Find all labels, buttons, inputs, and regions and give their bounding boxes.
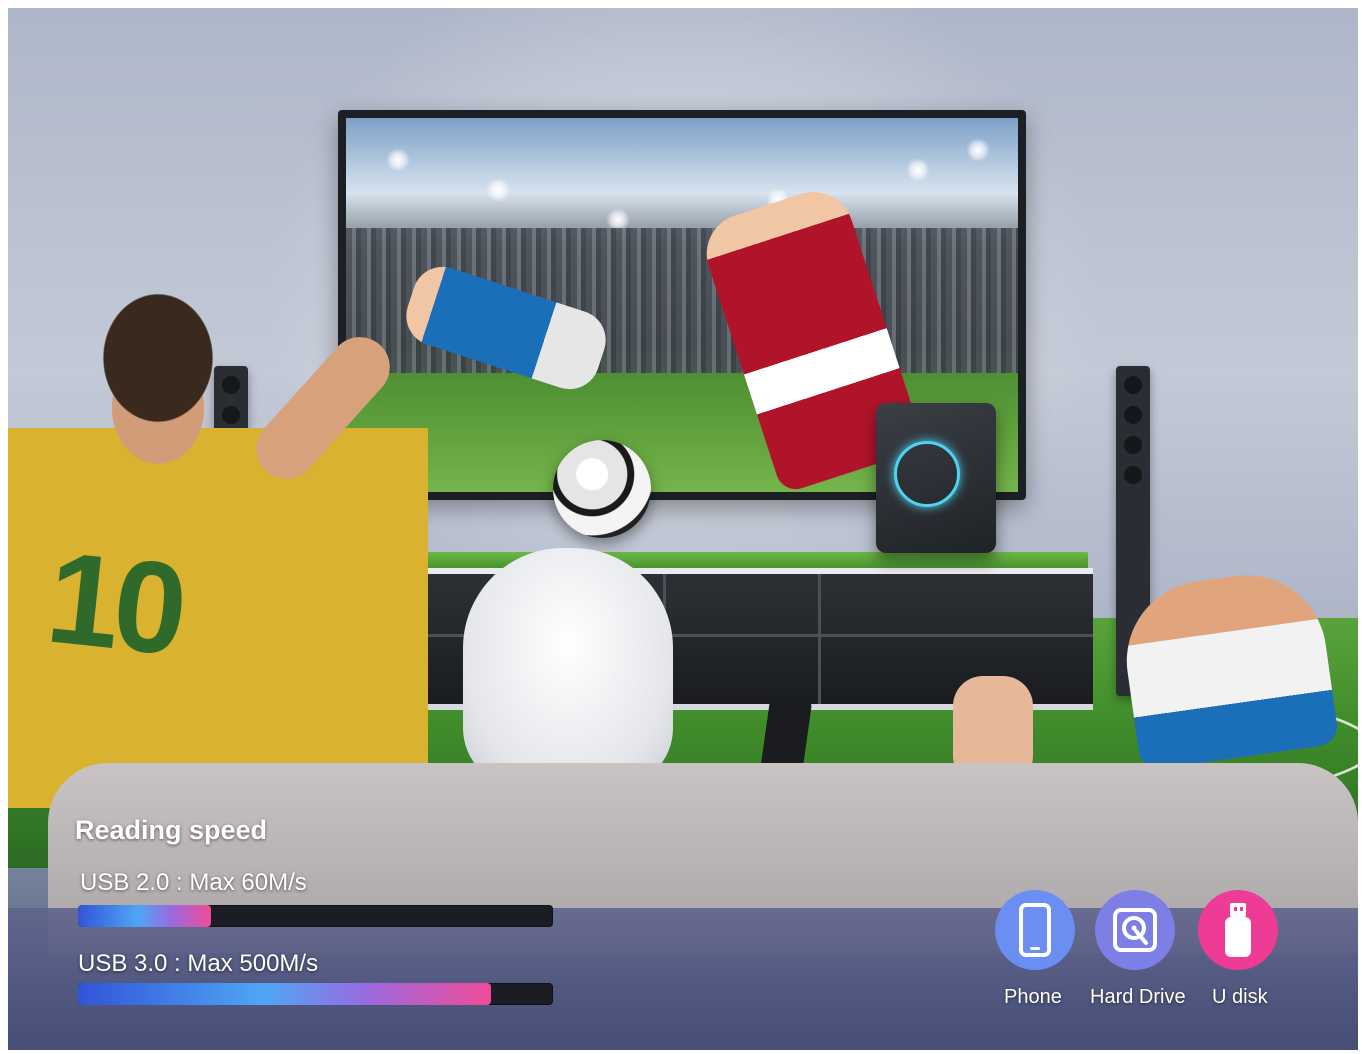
usb-disk-icon [1225,903,1251,957]
phone-icon [1019,903,1051,957]
hard-drive-icon [1113,908,1157,952]
hard-drive-device [1095,890,1175,970]
usb2-speed-fill [78,905,211,927]
u-disk-device [1198,890,1278,970]
usb3-speed-bar [78,983,553,1005]
hard-drive-label: Hard Drive [1090,986,1186,1008]
tv-box [876,403,996,553]
u-disk-label: U disk [1212,986,1268,1008]
reading-speed-title: Reading speed [75,815,268,845]
phone-label: Phone [1004,986,1062,1008]
usb2-speed-bar [78,905,553,927]
tv-box-light-ring [894,441,960,507]
usb2-label: USB 2.0 : Max 60M/s [80,869,307,896]
jersey-number: 10 [40,523,188,683]
viewer-head-towel [463,548,673,788]
usb3-label: USB 3.0 : Max 500M/s [78,950,319,977]
soccer-ball [553,440,651,538]
phone-device [995,890,1075,970]
usb3-speed-fill [78,983,492,1005]
